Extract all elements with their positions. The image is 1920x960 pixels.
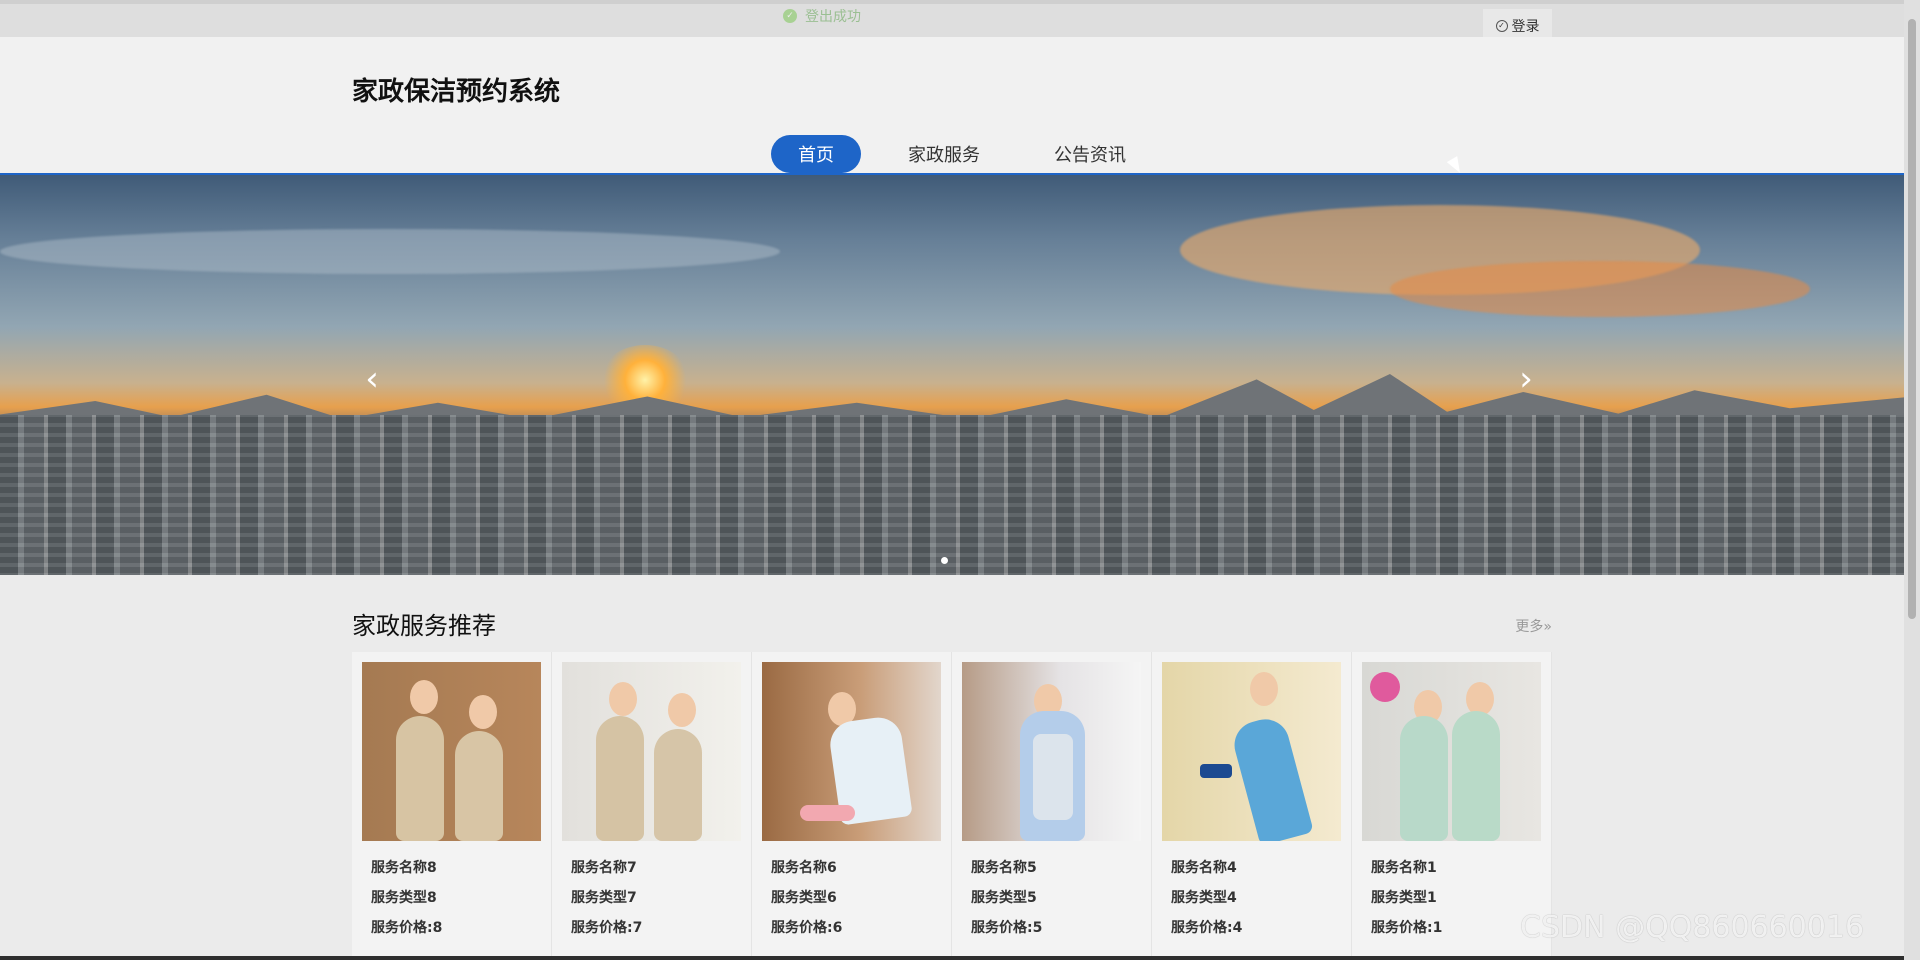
service-type: 服务类型4 <box>1171 890 1237 906</box>
logout-toast: ✓ 登出成功 <box>783 7 861 25</box>
bottom-border <box>0 956 1904 960</box>
service-name: 服务名称8 <box>371 860 437 876</box>
section-title: 家政服务推荐 <box>352 612 496 640</box>
service-type: 服务类型1 <box>1371 890 1437 906</box>
service-name: 服务名称5 <box>971 860 1037 876</box>
service-price: 服务价格:5 <box>971 920 1043 936</box>
service-image <box>962 662 1141 841</box>
hero-carousel[interactable]: ‹ › <box>0 173 1904 575</box>
service-type: 服务类型6 <box>771 890 837 906</box>
tab-housekeeping-services[interactable]: 家政服务 <box>881 135 1007 173</box>
tab-home-label: 首页 <box>798 145 834 166</box>
banner-cloud <box>1390 261 1810 317</box>
tab-home[interactable]: 首页 <box>771 135 861 173</box>
login-label: 登录 <box>1511 18 1540 35</box>
success-icon: ✓ <box>783 9 797 23</box>
toast-message: 登出成功 <box>805 9 861 25</box>
tab-services-label: 家政服务 <box>908 145 980 166</box>
service-price: 服务价格:4 <box>1171 920 1243 936</box>
service-image <box>762 662 941 841</box>
tab-announcements-label: 公告资讯 <box>1054 145 1126 166</box>
scrollbar-thumb[interactable] <box>1908 19 1916 619</box>
top-bar: ✓ 登出成功 ✓ 登录 <box>0 0 1904 42</box>
service-card[interactable]: 服务名称6 服务类型6 服务价格:6 <box>752 652 952 960</box>
service-card[interactable]: 服务名称7 服务类型7 服务价格:7 <box>552 652 752 960</box>
tab-announcements[interactable]: 公告资讯 <box>1027 135 1153 173</box>
carousel-dots <box>941 557 948 564</box>
service-card[interactable]: 服务名称4 服务类型4 服务价格:4 <box>1152 652 1352 960</box>
main-nav: 首页 家政服务 公告资讯 <box>771 135 1153 173</box>
service-price: 服务价格:7 <box>571 920 643 936</box>
vertical-scrollbar[interactable] <box>1904 0 1920 960</box>
chevron-right-icon[interactable]: › <box>1512 361 1540 397</box>
service-card[interactable]: 服务名称5 服务类型5 服务价格:5 <box>952 652 1152 960</box>
page-title: 家政保洁预约系统 <box>352 77 561 107</box>
service-card-list: 服务名称8 服务类型8 服务价格:8 服务名称7 服务类型7 服务价格:7 服务… <box>352 652 1552 960</box>
logo-badge <box>1370 672 1400 702</box>
service-type: 服务类型7 <box>571 890 637 906</box>
service-type: 服务类型8 <box>371 890 437 906</box>
service-price: 服务价格:1 <box>1371 920 1443 936</box>
service-price: 服务价格:8 <box>371 920 443 936</box>
service-image <box>1162 662 1341 841</box>
service-recommendations: 家政服务推荐 更多» 服务名称8 服务类型8 服务价格:8 服务名称7 服务类型… <box>352 606 1552 960</box>
service-image <box>1362 662 1541 841</box>
city-buildings-image <box>0 415 1904 575</box>
service-name: 服务名称7 <box>571 860 637 876</box>
carousel-dot[interactable] <box>941 557 948 564</box>
service-card[interactable]: 服务名称8 服务类型8 服务价格:8 <box>352 652 552 960</box>
banner-cloud <box>0 229 780 274</box>
check-circle-icon: ✓ <box>1495 19 1508 32</box>
site-header: 家政保洁预约系统 首页 家政服务 公告资讯 <box>0 37 1904 173</box>
service-image <box>362 662 541 841</box>
service-name: 服务名称1 <box>1371 860 1437 876</box>
service-type: 服务类型5 <box>971 890 1037 906</box>
csdn-watermark: CSDN @QQ860660016 <box>1520 910 1865 945</box>
more-link[interactable]: 更多» <box>1515 616 1552 636</box>
service-name: 服务名称4 <box>1171 860 1237 876</box>
service-image <box>562 662 741 841</box>
service-price: 服务价格:6 <box>771 920 843 936</box>
chevron-left-icon[interactable]: ‹ <box>358 361 386 397</box>
service-name: 服务名称6 <box>771 860 837 876</box>
